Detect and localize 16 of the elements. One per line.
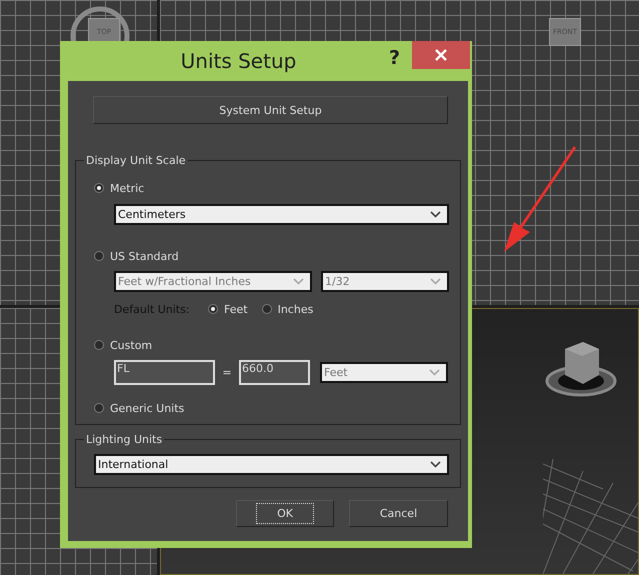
dialog-button[interactable]: OK	[236, 500, 334, 527]
window-title: Units Setup	[180, 49, 298, 73]
unit-dropdown[interactable]: Centimeters	[114, 204, 449, 225]
radio-label: Custom	[110, 338, 152, 352]
radio-label: US Standard	[110, 250, 179, 262]
group-title: Display Unit Scale	[85, 154, 187, 167]
help-button[interactable]: ?	[388, 47, 400, 69]
lighting-units-dropdown[interactable]: International	[94, 454, 449, 475]
dialog-button[interactable]: Cancel	[349, 500, 448, 527]
radio-label: Feet	[224, 302, 248, 316]
group-title: Lighting Units	[85, 433, 164, 446]
equals-sign: =	[221, 366, 233, 379]
radio-label: Metric	[110, 182, 144, 194]
radio-label: Inches	[278, 302, 314, 316]
system-unit-setup-button[interactable]: System Unit Setup	[93, 96, 448, 124]
radio-label: Generic Units	[110, 402, 184, 414]
